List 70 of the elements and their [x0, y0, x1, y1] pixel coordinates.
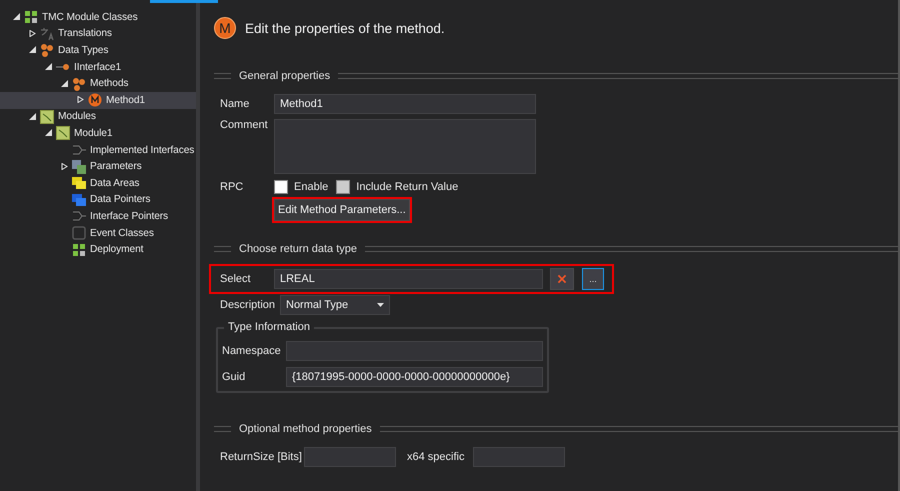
- module-icon: [56, 126, 70, 140]
- checkbox-label: Enable: [294, 181, 328, 193]
- close-icon: [557, 272, 567, 286]
- group-title: Type Information: [224, 321, 314, 333]
- tree-item[interactable]: Data Pointers: [0, 192, 196, 208]
- text-field[interactable]: {18071995-0000-0000-0000-00000000000e}: [286, 367, 543, 387]
- field-label: Select: [220, 273, 252, 285]
- event-icon: [72, 226, 86, 240]
- method-icon: M: [214, 17, 236, 39]
- connector-icon: [72, 209, 86, 224]
- expand-icon[interactable]: [28, 30, 36, 37]
- field-label: RPC: [220, 181, 244, 193]
- field-label: ReturnSize [Bits]: [220, 451, 303, 463]
- section-title: General properties: [238, 70, 332, 82]
- section-title: Choose return data type: [238, 243, 358, 255]
- tree-item[interactable]: Method1: [0, 92, 196, 109]
- parameters-icon: [72, 160, 86, 174]
- text-field[interactable]: [286, 341, 543, 361]
- checkbox[interactable]: [274, 180, 288, 194]
- tree-item[interactable]: Modules: [0, 108, 196, 126]
- dropdown-arrow-icon: [377, 303, 384, 307]
- grid-icon: [24, 10, 38, 24]
- collapse-icon[interactable]: [60, 80, 68, 87]
- text-field[interactable]: Method1: [274, 94, 536, 114]
- grid-icon: [72, 242, 86, 257]
- text-field[interactable]: [304, 447, 396, 467]
- cluster-icon: [40, 43, 54, 58]
- tree-item[interactable]: Parameters: [0, 158, 196, 175]
- page-heading: Edit the properties of the method.: [245, 20, 445, 36]
- cluster-icon: [72, 76, 86, 91]
- clear-button[interactable]: [550, 268, 574, 290]
- folders-icon: [72, 176, 86, 190]
- section-title: Optional method properties: [238, 423, 373, 435]
- tab-indicator: [150, 0, 218, 3]
- text-field[interactable]: LREAL: [274, 269, 543, 289]
- expand-icon[interactable]: [76, 96, 84, 104]
- type-dropdown[interactable]: Normal Type: [280, 295, 390, 315]
- field-label: Guid: [222, 371, 246, 383]
- tree-item[interactable]: Methods: [0, 75, 196, 92]
- browse-button[interactable]: ...: [582, 268, 604, 290]
- tree-item[interactable]: Implemented Interfaces: [0, 142, 196, 158]
- tree-item[interactable]: Interface Pointers: [0, 208, 196, 225]
- collapse-icon[interactable]: [28, 46, 36, 54]
- collapse-icon[interactable]: [44, 129, 52, 136]
- checkbox-label: Include Return Value: [356, 181, 458, 193]
- tree-item[interactable]: Data Areas: [0, 174, 196, 192]
- module-icon: [40, 110, 54, 124]
- tree-item[interactable]: Event Classes: [0, 224, 196, 242]
- field-label: x64 specific: [407, 451, 466, 463]
- translate-icon: [40, 26, 54, 41]
- connector-icon: [72, 143, 86, 158]
- tree-item[interactable]: TMC Module Classes: [0, 9, 196, 26]
- folders-icon: [72, 192, 86, 207]
- comment-field[interactable]: [274, 119, 536, 174]
- tree-item[interactable]: Module1: [0, 125, 196, 142]
- tree-item[interactable]: IInterface1: [0, 58, 196, 76]
- text-field[interactable]: [473, 447, 565, 467]
- tree-item[interactable]: Deployment: [0, 241, 196, 258]
- field-label: Description: [220, 299, 276, 311]
- tree-item[interactable]: Data Types: [0, 42, 196, 59]
- edit-parameters-button[interactable]: Edit Method Parameters...: [274, 199, 410, 221]
- field-label: Name: [220, 98, 250, 110]
- collapse-icon[interactable]: [12, 13, 20, 20]
- collapse-icon[interactable]: [44, 63, 52, 70]
- field-label: Comment: [220, 119, 269, 131]
- expand-icon[interactable]: [60, 162, 68, 170]
- collapse-icon[interactable]: [28, 112, 36, 120]
- field-label: Namespace: [222, 345, 282, 357]
- method-icon: [88, 93, 102, 108]
- tree-item[interactable]: Translations: [0, 26, 196, 42]
